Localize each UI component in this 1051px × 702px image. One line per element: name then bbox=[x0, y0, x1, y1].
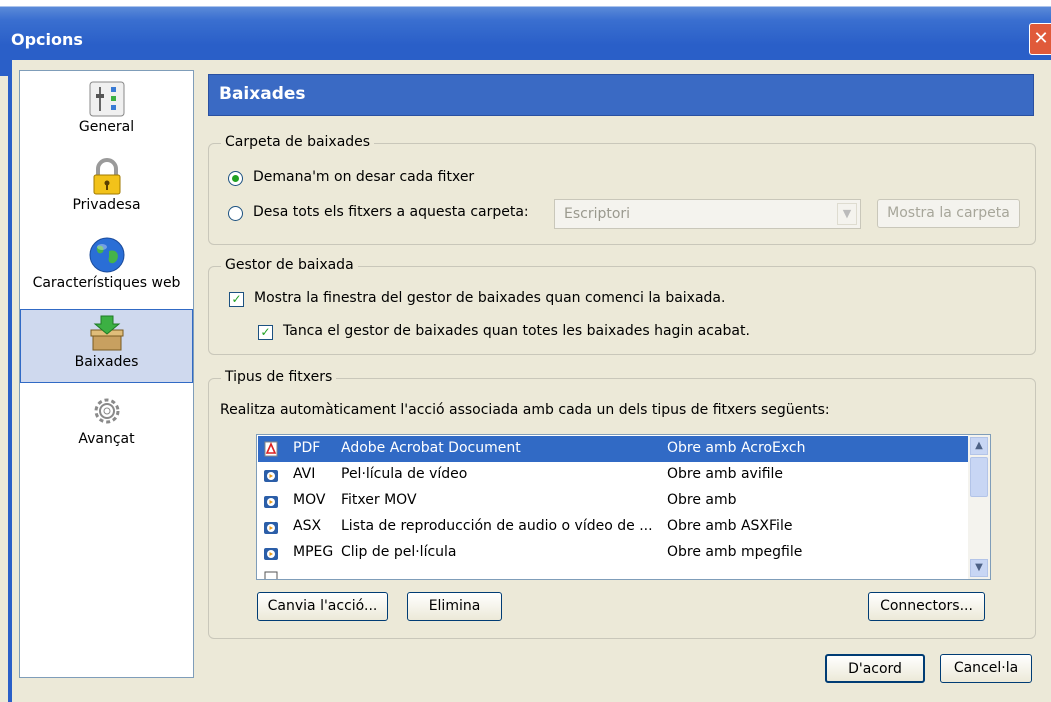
scroll-thumb[interactable] bbox=[970, 457, 988, 497]
sidebar-item-label: Privadesa bbox=[72, 197, 141, 213]
close-manager-checkbox[interactable]: ✓ bbox=[258, 325, 273, 340]
media-file-icon bbox=[264, 470, 278, 482]
globe-icon bbox=[89, 237, 124, 273]
cancel-button[interactable]: Cancel·la bbox=[940, 654, 1032, 683]
list-item[interactable] bbox=[258, 566, 968, 579]
category-sidebar: General Privadesa Característiques web B… bbox=[19, 70, 194, 678]
window-title: Opcions bbox=[11, 30, 83, 49]
list-item[interactable]: AVI Pel·lícula de vídeo Obre amb avifile bbox=[258, 462, 968, 488]
sidebar-item-downloads[interactable]: Baixades bbox=[20, 309, 193, 383]
group-legend: Gestor de baixada bbox=[221, 257, 358, 273]
show-manager-label: Mostra la finestra del gestor de baixade… bbox=[254, 290, 726, 306]
file-action: Obre amb mpegfile bbox=[667, 544, 803, 560]
scroll-up-button[interactable]: ▲ bbox=[970, 437, 988, 455]
sidebar-item-label: Característiques web bbox=[32, 275, 181, 291]
options-window: Opcions ✕ General Privadesa Característi… bbox=[0, 0, 1051, 702]
close-manager-label: Tanca el gestor de baixades quan totes l… bbox=[283, 323, 750, 339]
close-icon: ✕ bbox=[1033, 28, 1049, 49]
save-to-folder-radio[interactable] bbox=[228, 206, 243, 221]
media-file-icon bbox=[264, 548, 278, 560]
media-file-icon bbox=[264, 496, 278, 508]
file-action: Obre amb AcroExch bbox=[667, 440, 806, 456]
file-extension: MPEG bbox=[293, 544, 334, 560]
ask-location-radio[interactable] bbox=[228, 171, 243, 186]
file-extension: AVI bbox=[293, 466, 316, 482]
download-box-icon bbox=[90, 315, 123, 351]
list-item[interactable]: PDF Adobe Acrobat Document Obre amb Acro… bbox=[258, 436, 968, 462]
save-to-folder-label: Desa tots els fitxers a aquesta carpeta: bbox=[253, 204, 529, 220]
file-extension: PDF bbox=[293, 440, 321, 456]
file-action: Obre amb ASXFile bbox=[667, 518, 793, 534]
sidebar-item-label: General bbox=[78, 119, 135, 135]
list-item[interactable]: MOV Fitxer MOV Obre amb bbox=[258, 488, 968, 514]
file-description: Adobe Acrobat Document bbox=[341, 440, 521, 456]
show-folder-button[interactable]: Mostra la carpeta bbox=[877, 199, 1020, 228]
group-legend: Tipus de fitxers bbox=[221, 369, 337, 385]
gears-icon bbox=[94, 398, 119, 424]
sliders-icon bbox=[89, 81, 124, 117]
file-types-list[interactable]: PDF Adobe Acrobat Document Obre amb Acro… bbox=[256, 434, 991, 580]
file-action: Obre amb bbox=[667, 492, 737, 508]
file-icon bbox=[264, 571, 278, 579]
file-types-description: Realitza automàticament l'acció associad… bbox=[220, 402, 830, 418]
scroll-down-button[interactable]: ▼ bbox=[970, 559, 988, 577]
remove-button[interactable]: Elimina bbox=[407, 592, 502, 621]
group-legend: Carpeta de baixades bbox=[221, 134, 375, 150]
show-manager-checkbox[interactable]: ✓ bbox=[229, 292, 244, 307]
download-folder-group: Carpeta de baixades bbox=[208, 134, 1036, 245]
plugins-button[interactable]: Connectors... bbox=[868, 592, 985, 621]
sidebar-item-general[interactable]: General bbox=[20, 79, 193, 151]
ask-location-label: Demana'm on desar cada fitxer bbox=[253, 169, 475, 185]
file-description: Clip de pel·lícula bbox=[341, 544, 457, 560]
chevron-down-icon: ▼ bbox=[975, 562, 983, 573]
file-description: Pel·lícula de vídeo bbox=[341, 466, 468, 482]
pdf-icon bbox=[264, 441, 278, 457]
download-manager-group: Gestor de baixada bbox=[208, 257, 1036, 355]
list-item[interactable]: ASX Lista de reproducción de audio o víd… bbox=[258, 514, 968, 540]
sidebar-item-web-features[interactable]: Característiques web bbox=[20, 235, 193, 307]
padlock-icon bbox=[93, 158, 120, 195]
file-extension: ASX bbox=[293, 518, 322, 534]
file-description: Fitxer MOV bbox=[341, 492, 417, 508]
list-item[interactable]: MPEG Clip de pel·lícula Obre amb mpegfil… bbox=[258, 540, 968, 566]
sidebar-item-advanced[interactable]: Avançat bbox=[20, 391, 193, 463]
ok-button[interactable]: D'acord bbox=[825, 654, 925, 683]
folder-value: Escriptori bbox=[564, 206, 631, 222]
chevron-up-icon: ▲ bbox=[975, 440, 983, 451]
sidebar-item-label: Baixades bbox=[74, 354, 139, 370]
sidebar-item-privacy[interactable]: Privadesa bbox=[20, 157, 193, 229]
file-action: Obre amb avifile bbox=[667, 466, 784, 482]
file-extension: MOV bbox=[293, 492, 326, 508]
file-description: Lista de reproducción de audio o vídeo d… bbox=[341, 518, 653, 534]
panel-header: Baixades bbox=[208, 74, 1034, 116]
media-file-icon bbox=[264, 522, 278, 534]
list-scrollbar[interactable]: ▲ ▼ bbox=[968, 435, 990, 579]
close-button[interactable]: ✕ bbox=[1029, 23, 1051, 55]
sidebar-item-label: Avançat bbox=[78, 431, 135, 447]
change-action-button[interactable]: Canvia l'acció... bbox=[257, 592, 388, 621]
chevron-down-icon: ▼ bbox=[837, 203, 857, 225]
download-folder-select[interactable]: Escriptori ▼ bbox=[554, 199, 861, 229]
panel-title: Baixades bbox=[219, 84, 306, 104]
